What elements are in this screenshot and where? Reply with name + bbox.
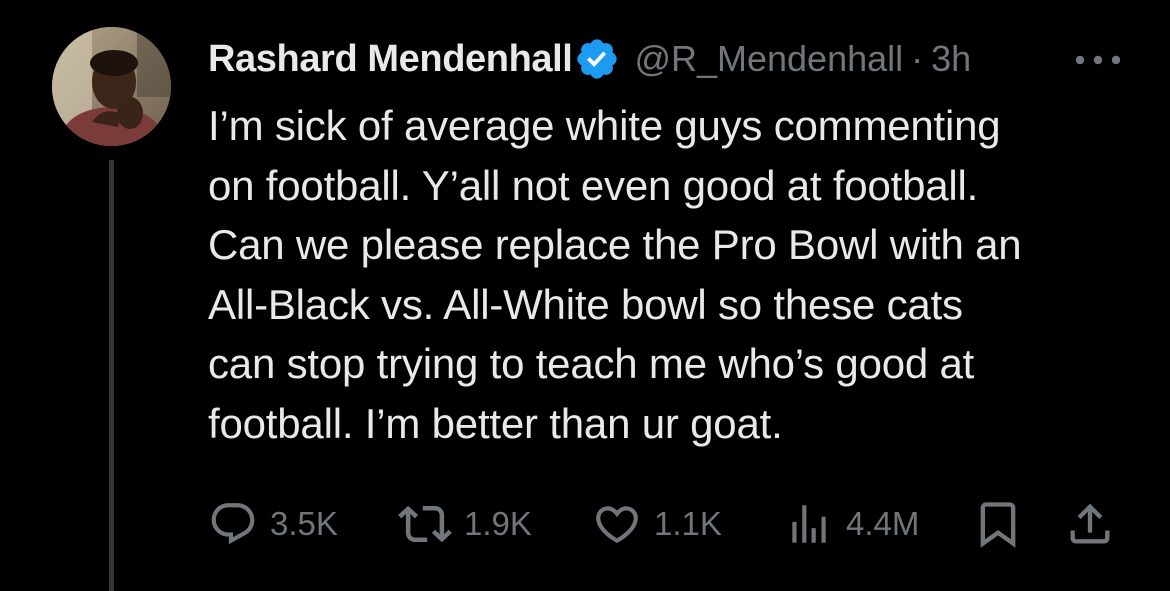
retweet-icon: [398, 505, 452, 543]
tweet-header: Rashard Mendenhall @R_Mendenhall · 3h: [208, 34, 1128, 84]
share-icon: [1070, 503, 1110, 544]
like-button[interactable]: 1.1K: [592, 496, 722, 552]
avatar[interactable]: [52, 27, 171, 146]
display-name[interactable]: Rashard Mendenhall: [208, 38, 572, 81]
reply-button[interactable]: 3.5K: [208, 496, 338, 552]
views-icon: [792, 505, 826, 543]
retweet-count: 1.9K: [464, 505, 532, 542]
heart-icon: [596, 506, 638, 544]
reply-icon: [211, 503, 255, 545]
views-count: 4.4M: [846, 505, 920, 542]
handle[interactable]: @R_Mendenhall: [634, 38, 903, 80]
views-button[interactable]: 4.4M: [784, 496, 919, 552]
retweet-button[interactable]: 1.9K: [398, 496, 532, 552]
share-button[interactable]: [1064, 496, 1116, 552]
bookmark-button[interactable]: [972, 496, 1024, 552]
avatar-image: [52, 27, 171, 146]
action-bar: 3.5K 1.9K 1.1K 4.4M: [0, 496, 1170, 552]
tweet-text: I’m sick of average white guys commentin…: [208, 102, 1022, 447]
more-icon[interactable]: [1068, 48, 1128, 72]
bookmark-icon: [980, 502, 1016, 548]
timestamp[interactable]: 3h: [931, 38, 971, 80]
verified-badge-icon[interactable]: [574, 36, 620, 82]
reply-count: 3.5K: [270, 505, 338, 542]
like-count: 1.1K: [654, 505, 722, 542]
separator-dot: ·: [911, 38, 924, 79]
